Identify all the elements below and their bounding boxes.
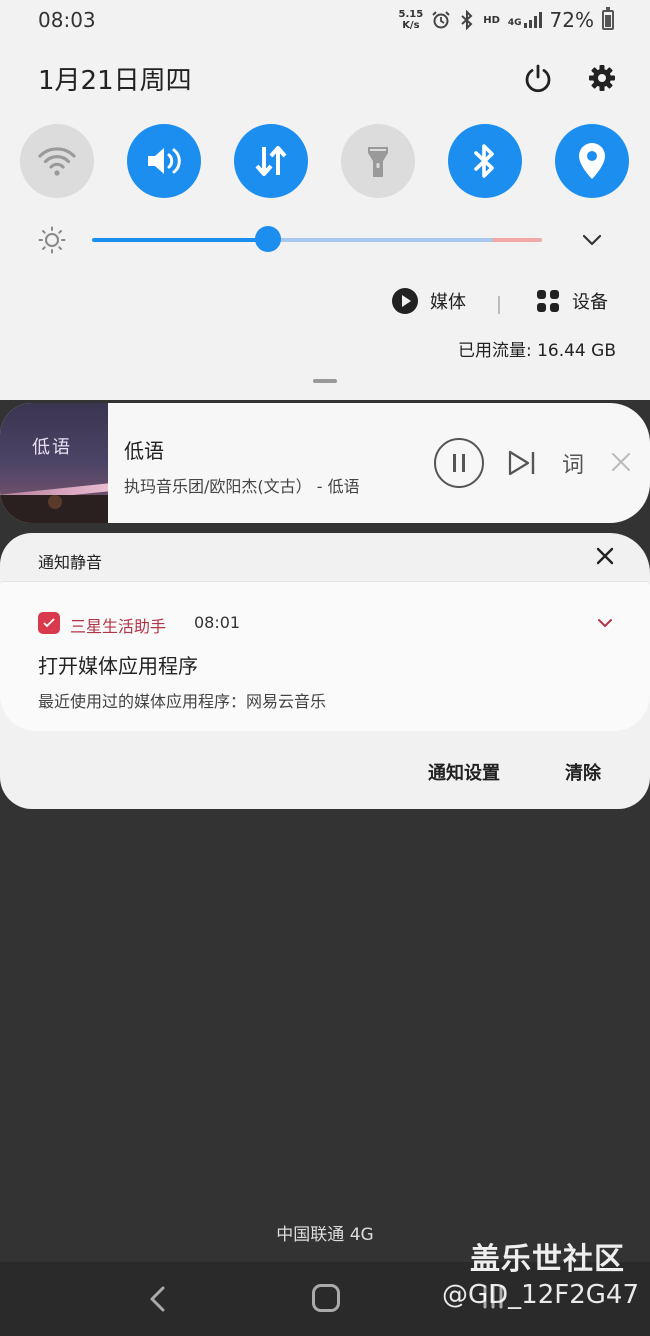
bluetooth-icon	[474, 144, 494, 178]
power-button[interactable]	[520, 60, 556, 96]
wifi-icon	[38, 147, 76, 176]
network-type: 4G	[507, 18, 522, 28]
album-art: 低语	[0, 403, 108, 523]
notification-app-name: 三星生活助手	[70, 617, 167, 636]
network-indicator: 4G	[508, 12, 542, 28]
devices-label: 设备	[572, 292, 608, 313]
bluetooth-toggle[interactable]	[448, 124, 522, 198]
status-icons: 5.15 K/s HD 4G 72%	[399, 6, 614, 34]
devices-button[interactable]: 设备	[536, 288, 608, 314]
close-icon[interactable]	[594, 545, 616, 567]
wifi-toggle[interactable]	[20, 124, 94, 198]
watermark-site: 盖乐世社区	[470, 1242, 625, 1277]
pause-icon	[453, 454, 465, 472]
quick-toggles	[0, 124, 650, 198]
notification-title: 打开媒体应用程序	[38, 654, 198, 678]
pause-button[interactable]	[434, 438, 484, 488]
close-icon[interactable]	[610, 451, 632, 473]
album-art-title: 低语	[32, 437, 72, 458]
media-output-button[interactable]: 媒体	[392, 288, 466, 314]
status-time: 08:03	[38, 8, 96, 32]
chevron-down-icon[interactable]	[596, 616, 614, 630]
date-label: 1月21日周四	[38, 66, 192, 96]
notification-item[interactable]: 三星生活助手 08:01 打开媒体应用程序 最近使用过的媒体应用程序：网易云音乐	[0, 581, 650, 731]
volume-icon	[148, 148, 181, 174]
brightness-row	[0, 220, 650, 260]
chevron-down-icon[interactable]	[580, 228, 604, 252]
notification-settings-button[interactable]: 通知设置	[428, 759, 500, 785]
song-artist: 执玛音乐团/欧阳杰(文古） - 低语	[124, 477, 360, 496]
net-speed: 5.15 K/s	[399, 9, 424, 31]
battery-icon	[602, 7, 614, 30]
data-usage-label: 已用流量: 16.44 GB	[457, 341, 616, 361]
sound-toggle[interactable]	[127, 124, 201, 198]
brightness-slider-thumb[interactable]	[254, 226, 281, 252]
battery-percent: 72%	[549, 8, 594, 32]
hd-label: HD	[483, 14, 500, 26]
net-speed-unit: K/s	[402, 20, 420, 31]
location-icon	[579, 143, 605, 179]
panel-drag-handle[interactable]	[313, 379, 337, 383]
lyrics-button[interactable]: 词	[562, 447, 584, 479]
gear-icon	[589, 65, 615, 91]
net-speed-value: 5.15	[398, 9, 424, 20]
notification-time: 08:01	[194, 613, 241, 632]
play-circle-icon	[392, 288, 418, 314]
alarm-icon	[432, 11, 450, 29]
checklist-icon	[43, 618, 55, 628]
flashlight-toggle[interactable]	[341, 124, 415, 198]
data-arrows-icon	[255, 146, 287, 176]
clear-button[interactable]: 清除	[565, 759, 601, 785]
media-label: 媒体	[430, 292, 466, 313]
app-icon	[38, 612, 60, 634]
divider	[498, 296, 500, 314]
music-player-card[interactable]: 低语 低语 执玛音乐团/欧阳杰(文古） - 低语 词	[0, 403, 650, 523]
watermark-user: @GD_12F2G47	[442, 1280, 639, 1310]
brightness-slider[interactable]	[92, 238, 542, 242]
signal-icon	[523, 12, 542, 28]
power-icon	[525, 64, 551, 93]
notification-group: 通知静音 三星生活助手 08:01 打开媒体应用程序 最近使用过的媒体应用程序：…	[0, 533, 650, 809]
home-button[interactable]	[312, 1284, 340, 1312]
quick-panel: 08:03 5.15 K/s HD 4G 72% 1月21日周四 媒体 设备 已…	[0, 0, 650, 400]
notification-group-title: 通知静音	[38, 553, 103, 572]
location-toggle[interactable]	[555, 124, 629, 198]
settings-button[interactable]	[584, 60, 620, 96]
status-bar: 08:03 5.15 K/s HD 4G 72%	[0, 0, 650, 40]
mobile-data-toggle[interactable]	[234, 124, 308, 198]
skip-next-icon[interactable]	[506, 449, 538, 477]
bluetooth-status-icon	[461, 10, 473, 30]
song-title: 低语	[124, 439, 164, 463]
brightness-icon	[38, 226, 66, 254]
flashlight-icon	[368, 147, 388, 177]
back-icon[interactable]	[146, 1284, 170, 1314]
notification-body: 最近使用过的媒体应用程序：网易云音乐	[38, 692, 327, 711]
devices-grid-icon	[537, 290, 559, 312]
